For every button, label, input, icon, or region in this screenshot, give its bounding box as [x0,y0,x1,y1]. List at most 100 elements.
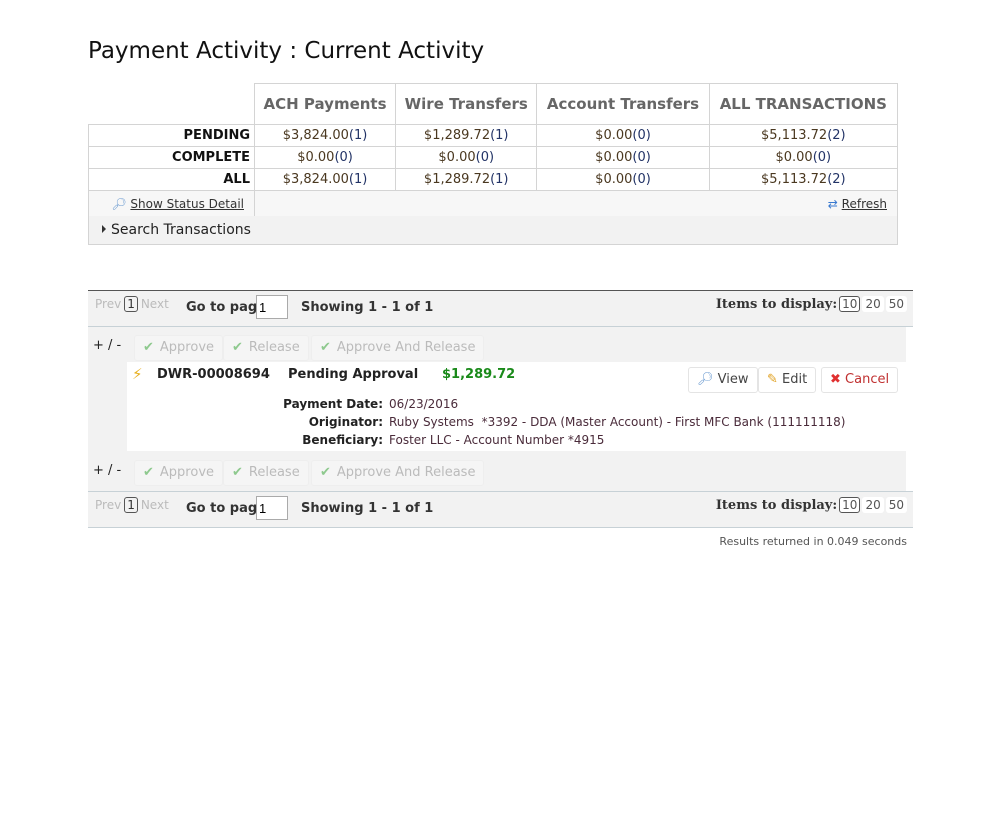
showing-text: Showing 1 - 1 of 1 [301,300,433,315]
search-transactions-toggle[interactable]: Search Transactions [88,216,898,245]
bulk-actions-bottom: + / - ✔Approve ✔Release ✔Approve And Rel… [88,455,906,487]
go-to-page-label: Go to page [186,300,266,315]
summary-cell[interactable]: $5,113.72(2) [709,169,897,191]
edit-button[interactable]: ✎ Edit [758,367,816,393]
transaction-amount: $1,289.72 [442,367,515,382]
pager-bottom: Prev1Next Go to page Showing 1 - 1 of 1 … [88,491,913,528]
refresh-icon: ⇄ [828,197,838,211]
transaction-item: ⚡ DWR-00008694 Pending Approval $1,289.7… [127,362,906,451]
amount: $3,824.00 [283,172,349,187]
count: (1) [349,128,367,143]
summary-row: PENDING$3,824.00(1)$1,289.72(1)$0.00(0)$… [89,125,898,147]
results-time: Results returned in 0.049 seconds [88,528,913,548]
row-label: COMPLETE [89,147,255,169]
count: (1) [490,128,508,143]
col-ach: ACH Payments [255,84,396,125]
corner-cell [89,84,255,125]
expand-collapse-toggle[interactable]: + / - [93,463,121,478]
beneficiary-label: Beneficiary: [277,431,383,449]
check-icon: ✔ [320,465,331,480]
bulk-actions-top: + / - ✔Approve ✔Release ✔Approve And Rel… [88,330,906,362]
next-link[interactable]: Next [141,498,169,512]
page-input[interactable] [256,496,288,520]
summary-cell[interactable]: $0.00(0) [255,147,396,169]
summary-cell[interactable]: $1,289.72(1) [396,169,537,191]
show-status-detail-link[interactable]: Show Status Detail [130,197,244,211]
approve-and-release-button[interactable]: ✔Approve And Release [311,460,484,486]
amount: $0.00 [438,150,475,165]
items-50[interactable]: 50 [886,296,907,312]
prev-link[interactable]: Prev [95,498,121,512]
summary-cell[interactable]: $3,824.00(1) [255,169,396,191]
page-title: Payment Activity : Current Activity [88,38,484,64]
amount: $5,113.72 [761,172,827,187]
col-wire: Wire Transfers [396,84,537,125]
transaction-id[interactable]: DWR-00008694 [157,367,270,382]
prev-link[interactable]: Prev [95,297,121,311]
summary-cell[interactable]: $0.00(0) [537,125,709,147]
transaction-status: Pending Approval [288,367,418,382]
check-icon: ✔ [232,465,243,480]
refresh-cell: ⇄ Refresh [255,191,898,217]
summary-cell[interactable]: $0.00(0) [709,147,897,169]
items-label: Items to display: [716,498,837,513]
amount: $0.00 [297,150,334,165]
magnifier-icon: 🔎︎ [111,197,126,211]
amount: $1,289.72 [424,172,490,187]
approve-button[interactable]: ✔Approve [134,335,223,361]
items-10[interactable]: 10 [839,497,860,513]
summary-cell[interactable]: $0.00(0) [537,147,709,169]
check-icon: ✔ [143,340,154,355]
go-to-page-label: Go to page [186,501,266,516]
beneficiary: Foster LLC - Account Number *4915 [389,433,604,447]
count: (1) [490,172,508,187]
originator: Ruby Systems *3392 - DDA (Master Account… [389,415,845,429]
close-icon: ✖ [830,372,841,387]
count: (1) [349,172,367,187]
payment-date: 06/23/2016 [389,397,458,411]
pager-top: Prev1Next Go to page Showing 1 - 1 of 1 … [88,290,913,327]
amount: $0.00 [595,172,632,187]
summary-cell[interactable]: $0.00(0) [537,169,709,191]
check-icon: ✔ [143,465,154,480]
view-button[interactable]: 🔎︎ View [688,367,758,393]
showing-text: Showing 1 - 1 of 1 [301,501,433,516]
items-20[interactable]: 20 [862,497,883,513]
expand-collapse-toggle[interactable]: + / - [93,338,121,353]
summary-cell[interactable]: $0.00(0) [396,147,537,169]
amount: $0.00 [595,150,632,165]
pencil-icon: ✎ [767,372,778,387]
count: (2) [827,128,845,143]
page-input[interactable] [256,295,288,319]
cancel-button[interactable]: ✖ Cancel [821,367,898,393]
transaction-list: Prev1Next Go to page Showing 1 - 1 of 1 … [88,290,913,548]
row-label: PENDING [89,125,255,147]
release-button[interactable]: ✔Release [223,460,309,486]
caret-right-icon [102,225,106,233]
amount: $3,824.00 [283,128,349,143]
count: (2) [827,172,845,187]
page-number[interactable]: 1 [124,497,138,513]
page-number[interactable]: 1 [124,296,138,312]
row-label: ALL [89,169,255,191]
items-20[interactable]: 20 [862,296,883,312]
release-button[interactable]: ✔Release [223,335,309,361]
col-all: ALL TRANSACTIONS [709,84,897,125]
show-status-cell: 🔎︎ Show Status Detail [89,191,255,217]
originator-label: Originator: [277,413,383,431]
approve-and-release-button[interactable]: ✔Approve And Release [311,335,484,361]
items-10[interactable]: 10 [839,296,860,312]
next-link[interactable]: Next [141,297,169,311]
amount: $0.00 [775,150,812,165]
approve-button[interactable]: ✔Approve [134,460,223,486]
items-50[interactable]: 50 [886,497,907,513]
amount: $0.00 [595,128,632,143]
summary-cell[interactable]: $1,289.72(1) [396,125,537,147]
summary-cell[interactable]: $5,113.72(2) [709,125,897,147]
summary-cell[interactable]: $3,824.00(1) [255,125,396,147]
check-icon: ✔ [320,340,331,355]
col-account: Account Transfers [537,84,709,125]
lightning-icon: ⚡ [132,365,143,383]
payment-date-label: Payment Date: [277,395,383,413]
refresh-link[interactable]: Refresh [842,197,887,211]
